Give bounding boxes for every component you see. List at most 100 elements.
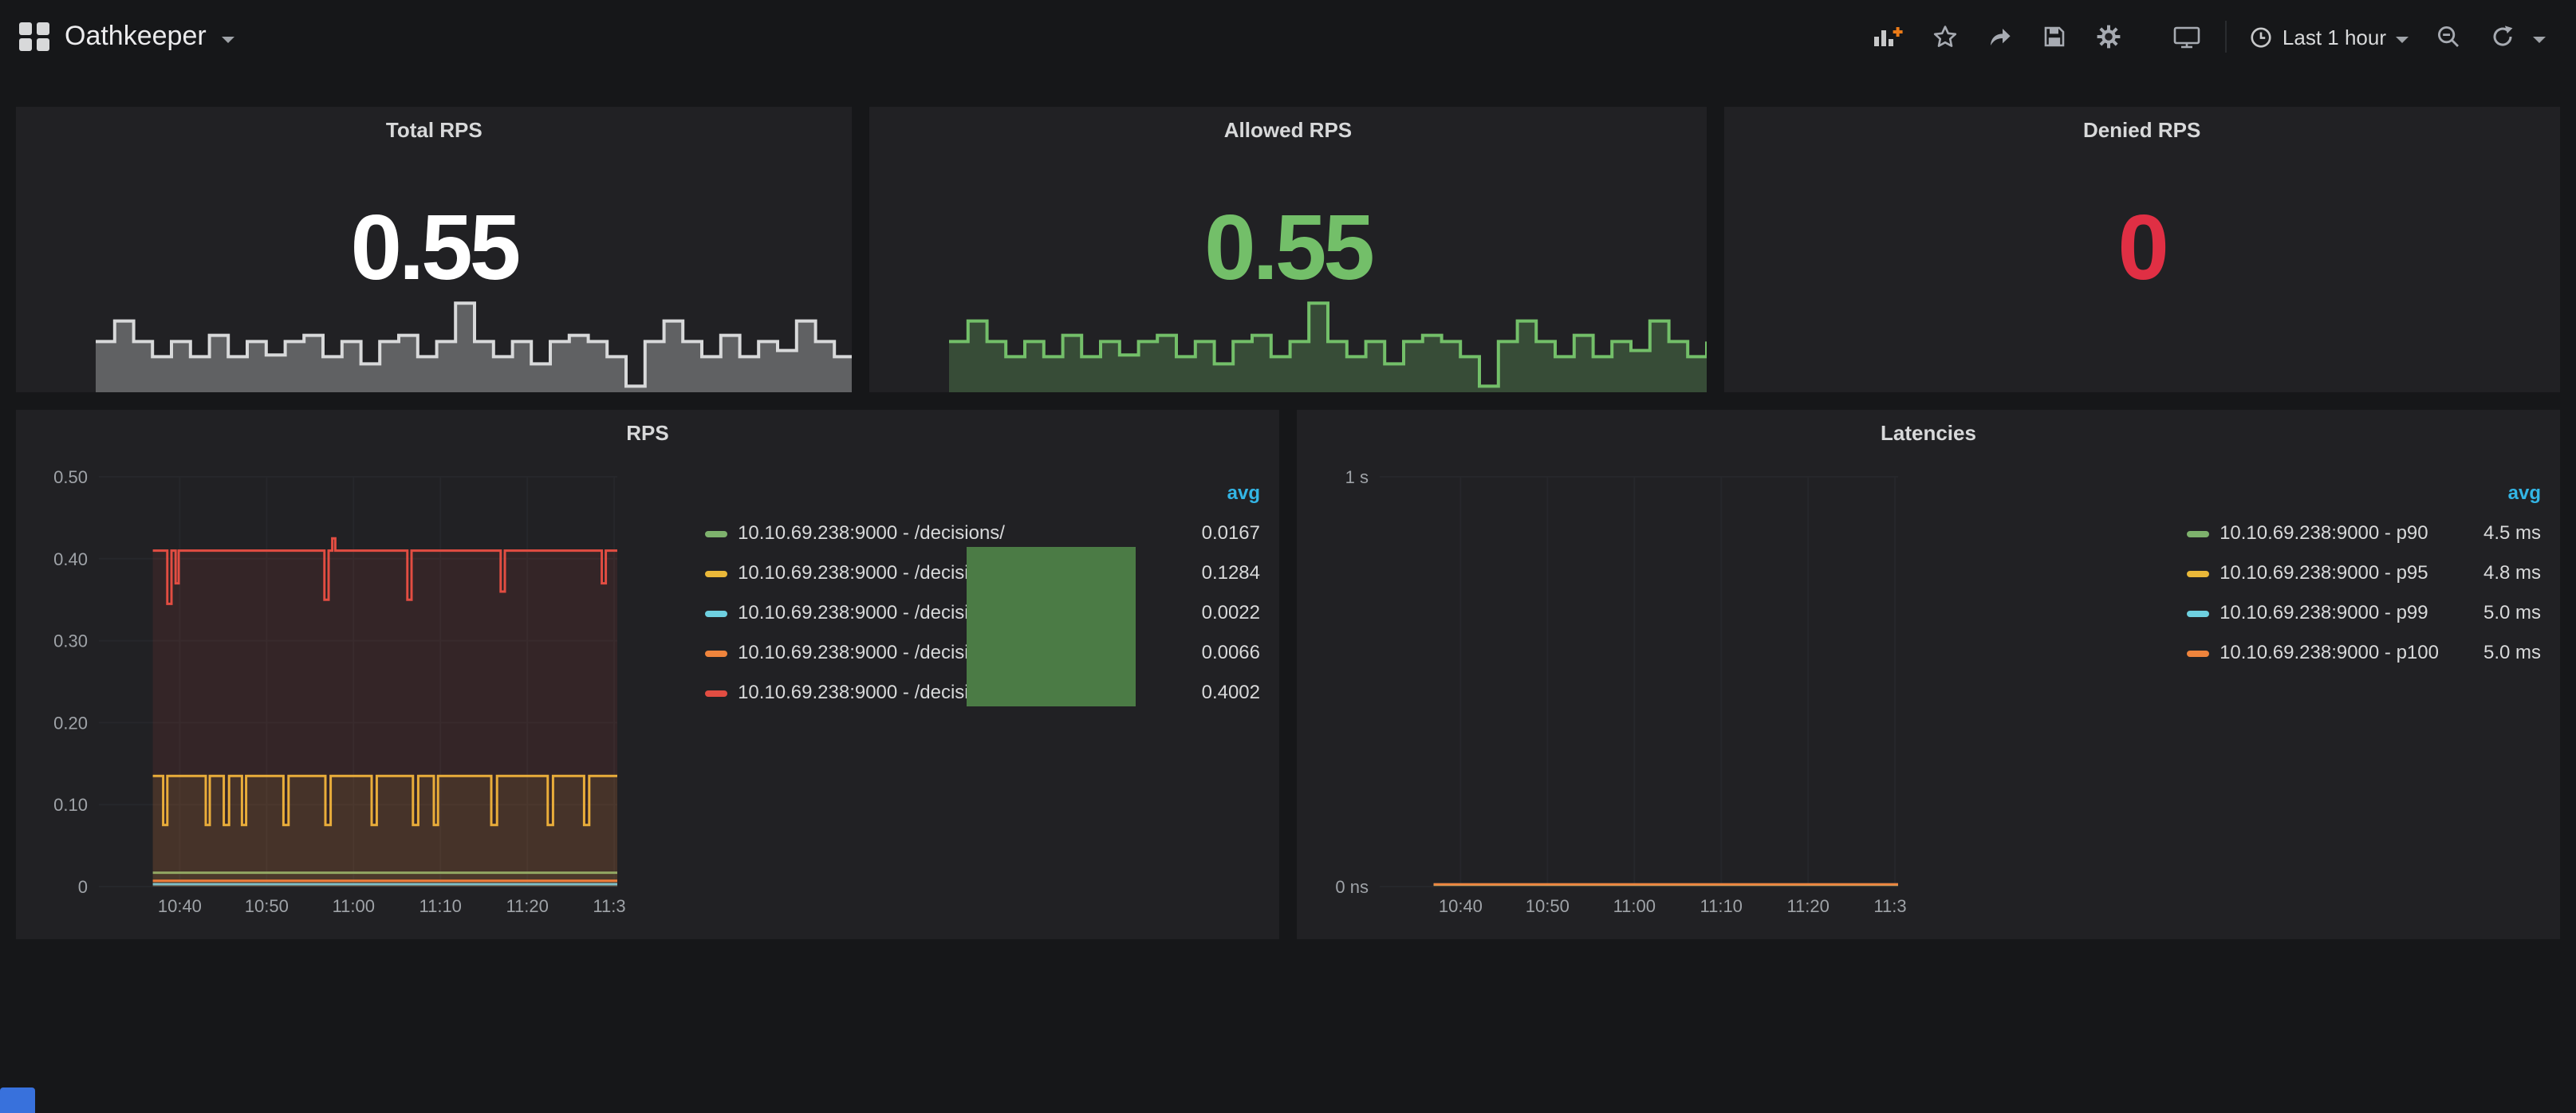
chevron-down-icon: [2533, 36, 2546, 42]
series-avg-value: 5.0 ms: [2439, 593, 2541, 633]
refresh-interval-dropdown[interactable]: [2530, 0, 2560, 73]
legend-avg-header[interactable]: avg: [2439, 474, 2541, 513]
series-color-swatch[interactable]: [2186, 651, 2208, 657]
cycle-view-button[interactable]: [2158, 0, 2216, 73]
svg-text:0 ns: 0 ns: [1335, 877, 1369, 897]
series-label[interactable]: 10.10.69.238:9000 - p90: [2220, 521, 2428, 544]
time-range-label: Last 1 hour: [2283, 25, 2386, 49]
star-icon: [1932, 24, 1959, 49]
add-panel-button[interactable]: [1857, 0, 1917, 73]
star-button[interactable]: [1917, 0, 1973, 73]
svg-text:11:20: 11:20: [506, 896, 548, 916]
save-icon: [2042, 24, 2067, 49]
panel-title[interactable]: Total RPS: [16, 107, 853, 142]
tv-monitor-icon: [2172, 24, 2201, 49]
svg-text:11:10: 11:10: [419, 896, 462, 916]
series-avg-value: 5.0 ms: [2439, 633, 2541, 673]
svg-text:11:00: 11:00: [1613, 896, 1656, 916]
series-color-swatch[interactable]: [2186, 611, 2208, 617]
panel-total-rps: Total RPS 0.55: [16, 107, 853, 392]
svg-text:11:30: 11:30: [1873, 896, 1906, 916]
dashboard-title-picker[interactable]: Oathkeeper: [19, 21, 235, 53]
svg-text:11:00: 11:00: [333, 896, 375, 916]
svg-text:0.10: 0.10: [53, 795, 88, 815]
rps-chart[interactable]: 0.50 0.40 0.30 0.20 0.10 0 10:40 10:50 11:00 11:1…: [26, 451, 625, 930]
share-icon: [1987, 24, 2013, 49]
panel-allowed-rps: Allowed RPS 0.55: [870, 107, 1707, 392]
series-color-swatch[interactable]: [704, 531, 727, 537]
chevron-down-icon: [2396, 36, 2409, 42]
panel-title[interactable]: Allowed RPS: [870, 107, 1707, 142]
stat-value: 0: [1723, 203, 2560, 295]
svg-text:10:40: 10:40: [158, 896, 202, 916]
svg-text:10:40: 10:40: [1439, 896, 1483, 916]
stat-value: 0.55: [870, 203, 1707, 295]
legend-row: 10.10.69.238:9000 - p1005.0 ms: [2173, 633, 2541, 673]
apps-grid-icon[interactable]: [19, 22, 49, 52]
series-color-swatch[interactable]: [704, 571, 727, 577]
stat-value: 0.55: [16, 203, 853, 295]
panel-title[interactable]: Denied RPS: [1723, 107, 2560, 142]
svg-text:11:10: 11:10: [1700, 896, 1743, 916]
dashboard-settings-button[interactable]: [2082, 0, 2136, 73]
legend-row: 10.10.69.238:9000 - p90 4.5 ms: [2173, 513, 2541, 553]
panel-latencies: Latencies 1 s 0 ns 10:40 10:50 11:00 11:10 11:…: [1297, 410, 2560, 939]
graph-canvas: 0.50 0.40 0.30 0.20 0.10 0 10:40 10:50 11:00 11:1…: [26, 451, 625, 930]
panel-title[interactable]: Latencies: [1297, 410, 2560, 445]
svg-text:0.50: 0.50: [53, 467, 88, 487]
series-label[interactable]: 10.10.69.238:9000 - p100: [2220, 641, 2439, 663]
clock-icon: [2249, 25, 2273, 49]
navbar: Oathkeeper: [0, 0, 2576, 73]
sparkline-canvas: [949, 300, 1706, 392]
chevron-down-icon: [223, 36, 235, 42]
gear-icon: [2096, 24, 2121, 49]
series-avg-value: 4.5 ms: [2439, 513, 2541, 553]
dashboard-root: Oathkeeper: [0, 0, 2576, 1113]
svg-text:11:20: 11:20: [1786, 896, 1829, 916]
svg-text:0.30: 0.30: [53, 631, 88, 651]
add-panel-icon: [1871, 24, 1903, 49]
refresh-icon: [2490, 24, 2515, 49]
sparkline: [1803, 300, 2560, 392]
svg-text:0: 0: [78, 877, 88, 897]
save-button[interactable]: [2027, 0, 2082, 73]
series-label[interactable]: 10.10.69.238:9000 - /decisions/: [738, 561, 1005, 584]
svg-text:10:50: 10:50: [1526, 896, 1570, 916]
zoom-out-icon: [2436, 24, 2461, 49]
refresh-button[interactable]: [2476, 0, 2530, 73]
latencies-chart[interactable]: 1 s 0 ns 10:40 10:50 11:00 11:10 11:20 11:30: [1306, 451, 1906, 930]
navbar-actions: Last 1 hour: [1857, 0, 2560, 73]
series-label[interactable]: 10.10.69.238:9000 - /decisions/: [738, 601, 1005, 623]
svg-text:0.40: 0.40: [53, 549, 88, 569]
series-color-swatch[interactable]: [704, 611, 727, 617]
sparkline: [96, 300, 853, 392]
series-label[interactable]: 10.10.69.238:9000 - /decisions/: [738, 641, 1005, 663]
svg-text:10:50: 10:50: [245, 896, 289, 916]
series-color-swatch[interactable]: [704, 651, 727, 657]
series-color-swatch[interactable]: [2186, 571, 2208, 577]
panel-denied-rps: Denied RPS 0: [1723, 107, 2560, 392]
latencies-legend: avg10.10.69.238:9000 - p904.5 ms10.10.69…: [2173, 474, 2541, 673]
series-label[interactable]: 10.10.69.238:9000 - p99: [2220, 601, 2428, 623]
svg-text:0.20: 0.20: [53, 713, 88, 733]
series-color-swatch[interactable]: [704, 690, 727, 697]
help-button[interactable]: [0, 1087, 35, 1113]
navbar-separator: [2225, 21, 2227, 53]
legend-avg-header[interactable]: avg: [1005, 474, 1260, 513]
series-color-swatch[interactable]: [2186, 531, 2208, 537]
panel-title[interactable]: RPS: [16, 410, 1279, 445]
svg-text:1 s: 1 s: [1345, 467, 1369, 487]
legend-row: 10.10.69.238:9000 - p99 5.0 ms: [2173, 593, 2541, 633]
zoom-out-button[interactable]: [2421, 0, 2476, 73]
series-label[interactable]: 10.10.69.238:9000 - /decisions/: [738, 521, 1005, 544]
share-button[interactable]: [1973, 0, 2027, 73]
time-range-picker[interactable]: Last 1 hour: [2236, 0, 2421, 73]
stats-row: Total RPS 0.55 Allowed RPS 0.55 Denied R…: [16, 107, 2560, 392]
dashboard-title[interactable]: Oathkeeper: [65, 21, 207, 53]
graphs-row: RPS 0.50 0.40 0.30 0.20 0.10 0 10:40 10:50 11:00…: [16, 410, 2560, 939]
panel-rps: RPS 0.50 0.40 0.30 0.20 0.10 0 10:40 10:50 11:00…: [16, 410, 1279, 939]
legend-row: 10.10.69.238:9000 - p954.8 ms: [2173, 553, 2541, 593]
series-label[interactable]: 10.10.69.238:9000 - p95: [2220, 561, 2428, 584]
green-overlay: [967, 547, 1136, 706]
series-label[interactable]: 10.10.69.238:9000 - /decisions/: [738, 681, 1005, 703]
